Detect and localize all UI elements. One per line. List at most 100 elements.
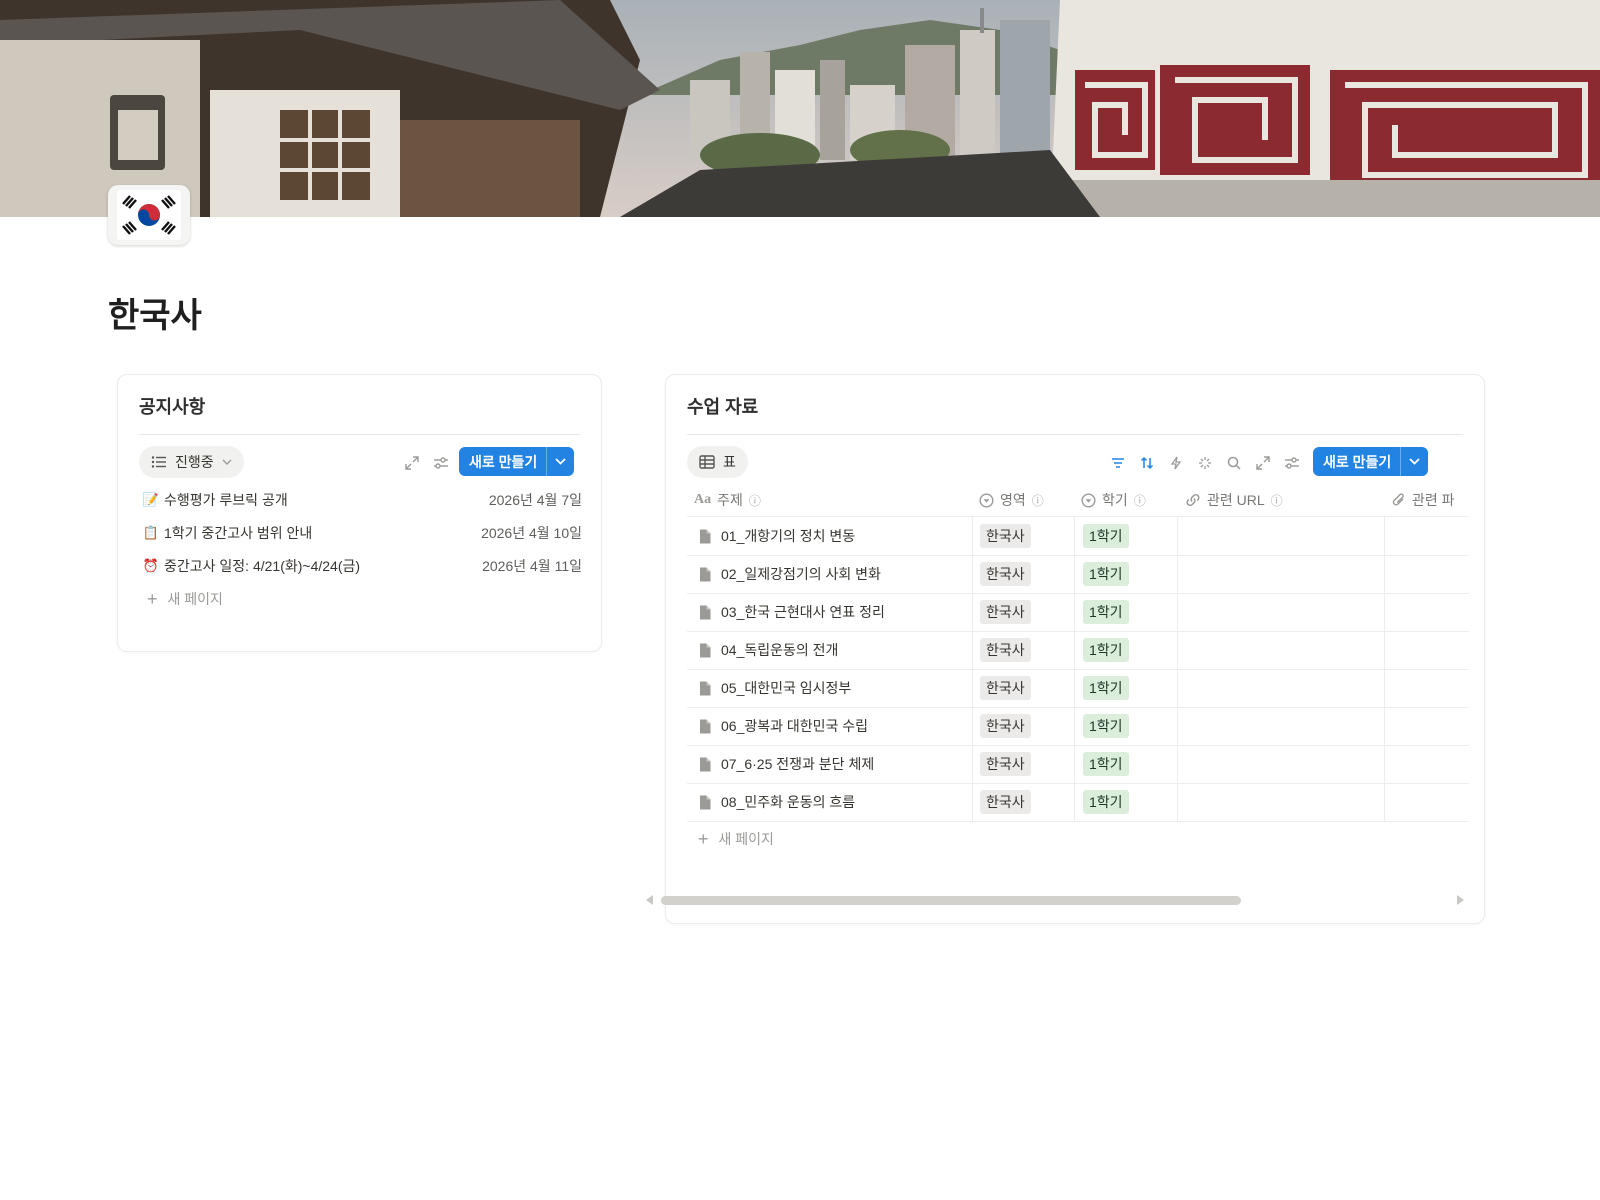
expand-icon[interactable] <box>401 452 423 474</box>
column-header-file[interactable]: 관련 파 <box>1392 486 1455 514</box>
cell-title[interactable]: 06_광복과 대한민국 수립 <box>699 707 868 745</box>
column-header-semester[interactable]: 학기 ⓘ <box>1081 486 1146 514</box>
scrollbar-thumb[interactable] <box>661 896 1241 905</box>
cell-semester[interactable]: 1학기 <box>1083 707 1129 745</box>
cell-title[interactable]: 07_6·25 전쟁과 분단 체제 <box>699 745 874 783</box>
cell-title[interactable]: 08_민주화 운동의 흐름 <box>699 783 855 821</box>
materials-new-page[interactable]: + 새 페이지 <box>698 829 774 849</box>
notices-divider <box>139 434 580 435</box>
notices-new-button[interactable]: 새로 만들기 <box>459 447 575 476</box>
settings-sliders-icon[interactable] <box>430 452 452 474</box>
settings-sliders-icon[interactable] <box>1281 452 1303 474</box>
page-icon <box>700 681 711 695</box>
page-icon <box>700 605 711 619</box>
cell-area[interactable]: 한국사 <box>980 555 1031 593</box>
select-type-icon <box>979 492 994 508</box>
notice-item[interactable]: 📝 수행평가 루브릭 공개 2026년 4월 7일 <box>142 485 582 515</box>
cell-area[interactable]: 한국사 <box>980 707 1031 745</box>
new-page-label: 새 페이지 <box>718 831 774 847</box>
column-label: 영역 <box>1000 492 1026 508</box>
table-row[interactable]: 03_한국 근현대사 연표 정리 한국사 1학기 <box>687 593 1469 632</box>
search-icon[interactable] <box>1223 452 1245 474</box>
cover-illustration <box>0 0 1600 217</box>
cell-area[interactable]: 한국사 <box>980 631 1031 669</box>
cell-title[interactable]: 03_한국 근현대사 연표 정리 <box>699 593 885 631</box>
table-row[interactable]: 06_광복과 대한민국 수립 한국사 1학기 <box>687 707 1469 746</box>
cell-title[interactable]: 04_독립운동의 전개 <box>699 631 838 669</box>
notice-title: 수행평가 루브릭 공개 <box>164 492 288 508</box>
cell-area[interactable]: 한국사 <box>980 669 1031 707</box>
automation-bolt-icon[interactable] <box>1165 452 1187 474</box>
semester-tag: 1학기 <box>1083 790 1129 814</box>
page-title[interactable]: 한국사 <box>108 292 202 340</box>
link-icon <box>1186 493 1200 507</box>
scroll-right-arrow[interactable] <box>1457 895 1464 905</box>
table-row[interactable]: 07_6·25 전쟁과 분단 체제 한국사 1학기 <box>687 745 1469 784</box>
column-label: 관련 URL <box>1207 492 1265 508</box>
view-selector-in-progress[interactable]: 진행중 <box>139 446 244 478</box>
info-icon: ⓘ <box>1031 493 1044 508</box>
table-row[interactable]: 04_독립운동의 전개 한국사 1학기 <box>687 631 1469 670</box>
expand-icon[interactable] <box>1252 452 1274 474</box>
info-icon: ⓘ <box>1133 493 1146 508</box>
cell-area[interactable]: 한국사 <box>980 745 1031 783</box>
page-icon <box>700 529 711 543</box>
row-title: 08_민주화 운동의 흐름 <box>721 794 856 810</box>
cell-area[interactable]: 한국사 <box>980 783 1031 821</box>
row-title: 02_일제강점기의 사회 변화 <box>721 566 881 582</box>
select-type-icon <box>1081 492 1096 508</box>
column-label: 학기 <box>1102 492 1128 508</box>
info-icon: ⓘ <box>1270 493 1283 508</box>
semester-tag: 1학기 <box>1083 600 1129 624</box>
notice-item[interactable]: 📋 1학기 중간고사 범위 안내 2026년 4월 10일 <box>142 518 582 548</box>
column-header-title[interactable]: Aa 주제 ⓘ <box>694 486 761 514</box>
cell-semester[interactable]: 1학기 <box>1083 783 1129 821</box>
new-button-dropdown[interactable] <box>546 447 574 476</box>
view-selector-table[interactable]: 표 <box>687 446 748 478</box>
notices-new-page[interactable]: + 새 페이지 <box>147 589 223 609</box>
materials-title[interactable]: 수업 자료 <box>687 393 758 419</box>
filter-icon[interactable] <box>1107 452 1129 474</box>
column-header-area[interactable]: 영역 ⓘ <box>979 486 1044 514</box>
notice-emoji-icon: 📋 <box>142 525 160 540</box>
new-page-label: 새 페이지 <box>167 591 223 607</box>
materials-new-button[interactable]: 새로 만들기 <box>1313 447 1429 476</box>
new-button-label[interactable]: 새로 만들기 <box>459 447 546 476</box>
cell-title[interactable]: 05_대한민국 임시정부 <box>699 669 851 707</box>
table-row[interactable]: 08_민주화 운동의 흐름 한국사 1학기 <box>687 783 1469 822</box>
row-title: 03_한국 근현대사 연표 정리 <box>721 604 885 620</box>
page-icon-korean-flag[interactable] <box>108 185 190 245</box>
table-row[interactable]: 01_개항기의 정치 변동 한국사 1학기 <box>687 517 1469 556</box>
page-icon <box>700 757 711 771</box>
korean-flag-icon <box>117 190 181 240</box>
new-button-label[interactable]: 새로 만들기 <box>1313 447 1400 476</box>
cell-semester[interactable]: 1학기 <box>1083 555 1129 593</box>
new-button-dropdown[interactable] <box>1400 447 1428 476</box>
sort-icon[interactable] <box>1136 452 1158 474</box>
cell-semester[interactable]: 1학기 <box>1083 669 1129 707</box>
row-title: 01_개항기의 정치 변동 <box>721 528 856 544</box>
ai-sparkle-icon[interactable] <box>1194 452 1216 474</box>
page-icon <box>700 719 711 733</box>
cell-semester[interactable]: 1학기 <box>1083 745 1129 783</box>
cell-title[interactable]: 02_일제강점기의 사회 변화 <box>699 555 881 593</box>
semester-tag: 1학기 <box>1083 714 1129 738</box>
cell-semester[interactable]: 1학기 <box>1083 631 1129 669</box>
page-icon <box>700 567 711 581</box>
notice-date: 2026년 4월 11일 <box>482 558 582 574</box>
column-header-url[interactable]: 관련 URL ⓘ <box>1185 486 1283 514</box>
cover-image[interactable] <box>0 0 1600 217</box>
chevron-down-icon <box>222 459 232 465</box>
row-title: 07_6·25 전쟁과 분단 체제 <box>721 756 875 772</box>
cell-area[interactable]: 한국사 <box>980 593 1031 631</box>
cell-semester[interactable]: 1학기 <box>1083 593 1129 631</box>
materials-card: 수업 자료 표 새로 만들기 Aa 주제 ⓘ 영역 ⓘ 학기 ⓘ 관련 URL … <box>665 374 1485 924</box>
notices-title[interactable]: 공지사항 <box>139 393 205 419</box>
notice-item[interactable]: ⏰ 중간고사 일정: 4/21(화)~4/24(금) 2026년 4월 11일 <box>142 551 582 581</box>
scroll-left-arrow[interactable] <box>646 895 653 905</box>
cell-semester[interactable]: 1학기 <box>1083 517 1129 555</box>
table-row[interactable]: 02_일제강점기의 사회 변화 한국사 1학기 <box>687 555 1469 594</box>
cell-area[interactable]: 한국사 <box>980 517 1031 555</box>
cell-title[interactable]: 01_개항기의 정치 변동 <box>699 517 855 555</box>
table-row[interactable]: 05_대한민국 임시정부 한국사 1학기 <box>687 669 1469 708</box>
